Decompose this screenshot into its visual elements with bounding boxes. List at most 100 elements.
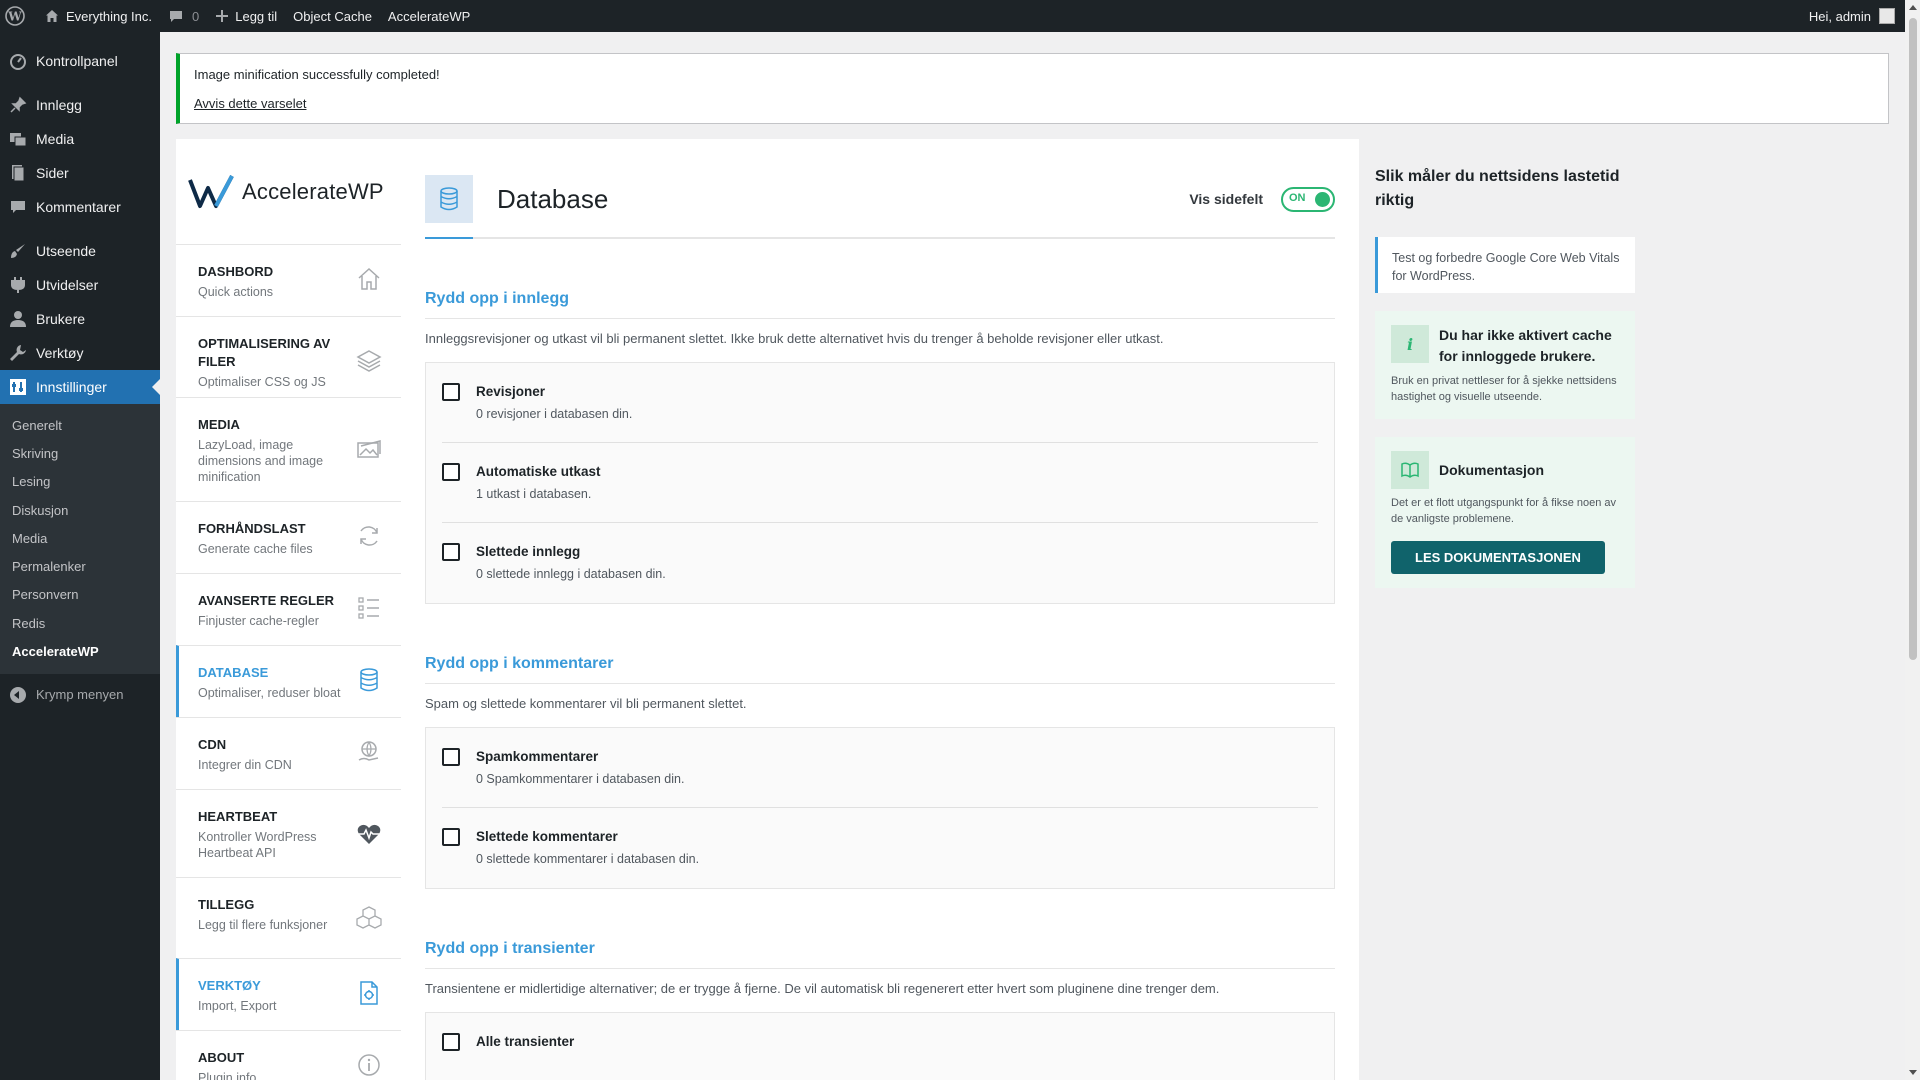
option-title: Revisjoner — [476, 384, 546, 399]
menu-item-settings[interactable]: Innstillinger — [0, 370, 160, 404]
database-icon — [355, 666, 383, 694]
nav-item-heartbeat[interactable]: HEARTBEAT Kontroller WordPress Heartbeat … — [176, 789, 401, 877]
pin-icon — [8, 95, 28, 115]
menu-item-plugins[interactable]: Utvidelser — [0, 268, 160, 302]
user-icon — [8, 309, 28, 329]
nav-item-tools[interactable]: VERKTØY Import, Export — [176, 958, 401, 1030]
scroll-up-arrow-icon[interactable] — [1909, 5, 1917, 10]
submenu-item-discussion[interactable]: Diskusjon — [0, 496, 160, 524]
sidebar-toggle-group: Vis sidefelt ON — [1189, 186, 1335, 212]
submenu-item-media[interactable]: Media — [0, 524, 160, 552]
nav-desc: Legg til flere funksjoner — [198, 918, 328, 932]
sidebar-toggle-switch[interactable]: ON — [1281, 186, 1335, 212]
nav-desc: Optimaliser CSS og JS — [198, 375, 326, 389]
scrollbar-thumb[interactable] — [1909, 18, 1917, 660]
logo-text: AccelerateWP — [242, 178, 384, 204]
nav-desc: Generate cache files — [198, 542, 313, 556]
nav-title: CDN — [198, 737, 227, 752]
wordpress-logo-icon[interactable]: W — [0, 0, 36, 32]
nav-item-file-optimization[interactable]: OPTIMALISERING AV FILER Optimaliser CSS o… — [176, 316, 401, 397]
admin-menu: Kontrollpanel Innlegg Media Sider Kommen… — [0, 32, 160, 1080]
core-web-vitals-card[interactable]: Test og forbedre Google Core Web Vitals … — [1375, 237, 1635, 293]
nav-item-cdn[interactable]: CDN Integrer din CDN — [176, 717, 401, 789]
dismiss-notice-link[interactable]: Avvis dette varselet — [194, 96, 306, 111]
submenu-item-reading[interactable]: Lesing — [0, 468, 160, 496]
collapse-label: Krymp menyen — [36, 687, 124, 703]
submenu-item-general[interactable]: Generelt — [0, 411, 160, 439]
read-documentation-button[interactable]: LES DOKUMENTASJONEN — [1391, 541, 1605, 574]
submenu-item-redis[interactable]: Redis — [0, 609, 160, 637]
site-name: Everything Inc. — [66, 8, 152, 24]
menu-item-dashboard[interactable]: Kontrollpanel — [0, 44, 160, 78]
wrench-icon — [8, 343, 28, 363]
menu-item-comments[interactable]: Kommentarer — [0, 190, 160, 224]
nav-item-database[interactable]: DATABASE Optimaliser, reduser bloat — [176, 645, 401, 717]
nav-desc: Integrer din CDN — [198, 758, 292, 772]
card-desc: Det er et flott utgangspunkt for å fikse… — [1391, 497, 1617, 525]
menu-item-media[interactable]: Media — [0, 122, 160, 156]
submenu-item-writing[interactable]: Skriving — [0, 439, 160, 467]
acceleratewp-link[interactable]: AccelerateWP — [380, 0, 478, 32]
nav-item-addons[interactable]: TILLEGG Legg til flere funksjoner — [176, 877, 401, 958]
nav-title: AVANSERTE REGLER — [198, 593, 335, 608]
auto-drafts-checkbox[interactable] — [442, 463, 460, 481]
revisions-checkbox[interactable] — [442, 383, 460, 401]
layers-icon — [355, 347, 383, 375]
plugin-icon — [8, 275, 28, 295]
section-posts-cleanup: Rydd opp i innlegg Innleggsrevisjoner og… — [425, 290, 1335, 604]
card-desc: Bruk en privat nettleser for å sjekke ne… — [1391, 375, 1617, 403]
plugin-nav: AccelerateWP DASHBORD Quick actions OPTIM… — [176, 139, 401, 1080]
new-content-link[interactable]: Legg til — [207, 0, 285, 32]
menu-item-users[interactable]: Brukere — [0, 302, 160, 336]
section-heading: Rydd opp i transienter — [425, 940, 1335, 969]
nav-item-media[interactable]: MEDIA LazyLoad, image dimensions and imag… — [176, 397, 401, 501]
sidebar-toggle-label: Vis sidefelt — [1189, 191, 1263, 207]
heartbeat-icon — [355, 820, 383, 848]
all-transients-checkbox[interactable] — [442, 1033, 460, 1051]
menu-item-pages[interactable]: Sider — [0, 156, 160, 190]
option-trashed-posts: Slettede innlegg 0 slettede innlegg i dat… — [442, 523, 1318, 603]
nav-desc: Import, Export — [198, 999, 277, 1013]
trashed-posts-checkbox[interactable] — [442, 543, 460, 561]
nav-item-dashboard[interactable]: DASHBORD Quick actions — [176, 244, 401, 316]
globe-hand-icon — [355, 738, 383, 766]
media-icon — [8, 129, 28, 149]
submenu-item-permalinks[interactable]: Permalenker — [0, 552, 160, 580]
my-account[interactable]: Hei, admin — [1809, 8, 1905, 24]
nav-title: HEARTBEAT — [198, 809, 278, 824]
option-spam-comments: Spamkommentarer 0 Spamkommentarer i datab… — [442, 728, 1318, 808]
database-panel: Database Vis sidefelt ON Rydd opp i innl… — [401, 139, 1359, 1080]
menu-label: Innlegg — [36, 97, 82, 113]
acceleratewp-logo: AccelerateWP — [176, 139, 401, 244]
submenu-item-privacy[interactable]: Personvern — [0, 581, 160, 609]
tools-doc-icon — [355, 979, 383, 1007]
object-cache-link[interactable]: Object Cache — [285, 0, 380, 32]
scroll-down-arrow-icon[interactable] — [1909, 1070, 1917, 1075]
comments-link[interactable]: 0 — [160, 0, 207, 32]
option-desc: 1 utkast i databasen. — [476, 487, 592, 501]
nav-title: OPTIMALISERING AV FILER — [198, 336, 331, 369]
refresh-icon — [355, 522, 383, 550]
trashed-comments-checkbox[interactable] — [442, 828, 460, 846]
menu-item-tools[interactable]: Verktøy — [0, 336, 160, 370]
cubes-icon — [355, 904, 383, 932]
site-name-link[interactable]: Everything Inc. — [36, 0, 160, 32]
collapse-menu-button[interactable]: Krymp menyen — [0, 678, 160, 712]
nav-title: VERKTØY — [198, 978, 261, 993]
option-auto-drafts: Automatiske utkast 1 utkast i databasen. — [442, 443, 1318, 523]
home-icon — [46, 10, 58, 22]
nav-item-preload[interactable]: FORHÅNDSLAST Generate cache files — [176, 501, 401, 573]
submenu-item-acceleratewp[interactable]: AccelerateWP — [0, 637, 160, 665]
image-icon — [355, 436, 383, 464]
spam-comments-checkbox[interactable] — [442, 748, 460, 766]
nav-item-advanced-rules[interactable]: AVANSERTE REGLER Finjuster cache-regler — [176, 573, 401, 645]
home-icon — [355, 265, 383, 293]
comment-icon — [8, 197, 28, 217]
info-icon — [355, 1051, 383, 1079]
page-scrollbar[interactable] — [1905, 0, 1920, 1080]
menu-item-appearance[interactable]: Utseende — [0, 234, 160, 268]
comment-icon — [170, 11, 182, 22]
menu-item-posts[interactable]: Innlegg — [0, 88, 160, 122]
nav-item-about[interactable]: ABOUT Plugin info — [176, 1030, 401, 1080]
nav-desc: Kontroller WordPress Heartbeat API — [198, 830, 317, 860]
